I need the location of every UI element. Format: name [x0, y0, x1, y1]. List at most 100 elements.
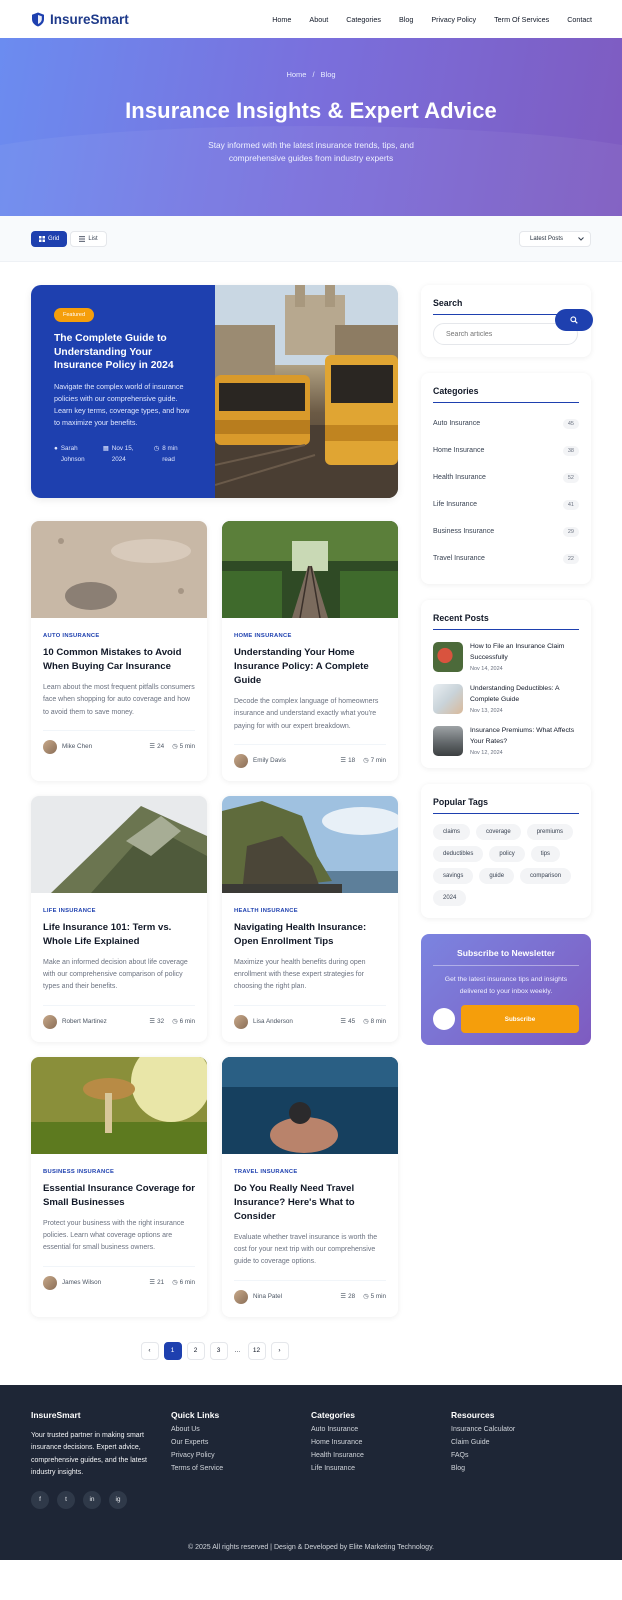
post-title[interactable]: 10 Common Mistakes to Avoid When Buying …: [43, 646, 195, 674]
post-card[interactable]: TRAVEL INSURANCE Do You Really Need Trav…: [222, 1056, 398, 1317]
clock-icon: ◷: [172, 743, 178, 751]
recent-post-item[interactable]: How to File an Insurance Claim Successfu…: [433, 642, 579, 672]
post-comments: ☰ 24: [149, 743, 164, 750]
railway-forest-photo: [222, 521, 398, 618]
footer-link[interactable]: Claim Guide: [451, 1439, 591, 1446]
tag-premiums[interactable]: premiums: [526, 824, 574, 840]
facebook-icon[interactable]: f: [31, 1490, 49, 1509]
instagram-icon[interactable]: ig: [109, 1490, 127, 1509]
twitter-icon[interactable]: t: [57, 1490, 75, 1509]
post-category[interactable]: LIFE INSURANCE: [43, 908, 195, 914]
footer-link[interactable]: FAQs: [451, 1452, 591, 1459]
brand-logo[interactable]: InsureSmart: [31, 12, 129, 27]
post-card[interactable]: HOME INSURANCE Understanding Your Home I…: [222, 521, 398, 781]
post-card[interactable]: LIFE INSURANCE Life Insurance 101: Term …: [31, 795, 207, 1042]
tag-list: claims coverage premiums deductibles pol…: [433, 824, 579, 906]
post-category[interactable]: BUSINESS INSURANCE: [43, 1169, 195, 1175]
nav-link-home[interactable]: Home: [272, 15, 291, 24]
list-view-button[interactable]: List: [70, 230, 107, 247]
tag-savings[interactable]: savings: [433, 868, 474, 884]
recent-post-item[interactable]: Understanding Deductibles: A Complete Gu…: [433, 684, 579, 714]
post-card[interactable]: AUTO INSURANCE 10 Common Mistakes to Avo…: [31, 521, 207, 781]
category-count: 29: [562, 526, 579, 537]
site-footer: InsureSmart Your trusted partner in maki…: [0, 1384, 622, 1560]
search-button[interactable]: [555, 309, 593, 331]
post-meta: Emily Davis ☰ 18 ◷ 7 min: [234, 743, 386, 768]
page-12-button[interactable]: 12: [247, 1341, 266, 1360]
category-item[interactable]: Home Insurance 38: [433, 437, 579, 464]
post-title[interactable]: Life Insurance 101: Term vs. Whole Life …: [43, 921, 195, 949]
tag-coverage[interactable]: coverage: [476, 824, 521, 840]
comments-icon: ☰: [149, 743, 156, 751]
category-item[interactable]: Travel Insurance 22: [433, 545, 579, 572]
grid-view-button[interactable]: Grid: [31, 230, 68, 247]
recent-post-thumbnail: [433, 642, 463, 672]
page-2-button[interactable]: 2: [186, 1341, 205, 1360]
post-category[interactable]: TRAVEL INSURANCE: [234, 1169, 386, 1175]
breadcrumb-blog: Blog: [320, 70, 336, 79]
footer-link[interactable]: Terms of Service: [171, 1465, 311, 1472]
post-title[interactable]: Navigating Health Insurance: Open Enroll…: [234, 921, 386, 949]
footer-link[interactable]: About Us: [171, 1426, 311, 1433]
recent-post-item[interactable]: Insurance Premiums: What Affects Your Ra…: [433, 726, 579, 756]
category-count: 41: [562, 499, 579, 510]
post-card[interactable]: HEALTH INSURANCE Navigating Health Insur…: [222, 795, 398, 1042]
category-name: Life Insurance: [433, 501, 477, 508]
page-3-button[interactable]: 3: [209, 1341, 228, 1360]
footer-link[interactable]: Auto Insurance: [311, 1426, 451, 1433]
next-page-button[interactable]: ›: [270, 1341, 289, 1360]
category-item[interactable]: Auto Insurance 45: [433, 410, 579, 437]
prev-page-button[interactable]: ‹: [140, 1341, 159, 1360]
nav-link-contact[interactable]: Contact: [567, 15, 592, 24]
posts-column: Featured The Complete Guide to Understan…: [31, 285, 398, 1360]
nav-link-blog[interactable]: Blog: [399, 15, 413, 24]
linkedin-icon[interactable]: in: [83, 1490, 101, 1509]
category-list: Auto Insurance 45 Home Insurance 38 Health…: [433, 410, 579, 572]
page-1-button[interactable]: 1: [163, 1341, 182, 1360]
footer-link[interactable]: Home Insurance: [311, 1439, 451, 1446]
featured-author: ● Sarah Johnson: [54, 443, 91, 465]
comments-icon: ☰: [340, 1018, 347, 1026]
pagination-ellipsis: ...: [234, 1347, 241, 1355]
post-card[interactable]: BUSINESS INSURANCE Essential Insurance C…: [31, 1056, 207, 1317]
list-view-label: List: [88, 235, 98, 242]
footer-link[interactable]: Insurance Calculator: [451, 1426, 591, 1433]
tag-comparison[interactable]: comparison: [520, 868, 572, 884]
post-comment-count: 32: [157, 1018, 165, 1026]
tag-policy[interactable]: policy: [489, 846, 525, 862]
nav-link-about[interactable]: About: [309, 15, 328, 24]
sort-select[interactable]: Latest Posts: [519, 230, 591, 247]
recent-post-date: Nov 12, 2024: [470, 750, 503, 756]
featured-post-card[interactable]: Featured The Complete Guide to Understan…: [31, 285, 398, 498]
post-read-time-value: 6 min: [179, 1279, 195, 1287]
post-title[interactable]: Understanding Your Home Insurance Policy…: [234, 646, 386, 688]
tag-tips[interactable]: tips: [530, 846, 561, 862]
post-category[interactable]: HEALTH INSURANCE: [234, 908, 386, 914]
post-category[interactable]: AUTO INSURANCE: [43, 633, 195, 639]
breadcrumb-home[interactable]: Home: [286, 70, 306, 79]
category-item[interactable]: Business Insurance 29: [433, 518, 579, 545]
nav-link-privacy[interactable]: Privacy Policy: [431, 15, 476, 24]
footer-link[interactable]: Our Experts: [171, 1439, 311, 1446]
post-title[interactable]: Essential Insurance Coverage for Small B…: [43, 1182, 195, 1210]
post-category[interactable]: HOME INSURANCE: [234, 633, 386, 639]
nav-link-categories[interactable]: Categories: [346, 15, 381, 24]
post-title[interactable]: Do You Really Need Travel Insurance? Her…: [234, 1182, 386, 1224]
newsletter-email-input[interactable]: [433, 1008, 455, 1030]
tag-claims[interactable]: claims: [433, 824, 471, 840]
footer-link[interactable]: Life Insurance: [311, 1465, 451, 1472]
tag-deductibles[interactable]: deductibles: [433, 846, 484, 862]
featured-post-title[interactable]: The Complete Guide to Understanding Your…: [54, 332, 193, 373]
tag-2024[interactable]: 2024: [433, 890, 467, 906]
footer-categories: Categories Auto Insurance Home Insurance…: [311, 1410, 451, 1509]
footer-link[interactable]: Privacy Policy: [171, 1452, 311, 1459]
tag-guide[interactable]: guide: [479, 868, 515, 884]
footer-link[interactable]: Health Insurance: [311, 1452, 451, 1459]
category-item[interactable]: Life Insurance 41: [433, 491, 579, 518]
post-stats: ☰ 28 ◷ 5 min: [340, 1293, 386, 1300]
category-item[interactable]: Health Insurance 52: [433, 464, 579, 491]
nav-link-terms[interactable]: Term Of Services: [494, 15, 549, 24]
featured-read-time-value: 8 min read: [162, 444, 178, 463]
footer-link[interactable]: Blog: [451, 1465, 591, 1472]
subscribe-button[interactable]: Subscribe: [461, 1005, 579, 1033]
